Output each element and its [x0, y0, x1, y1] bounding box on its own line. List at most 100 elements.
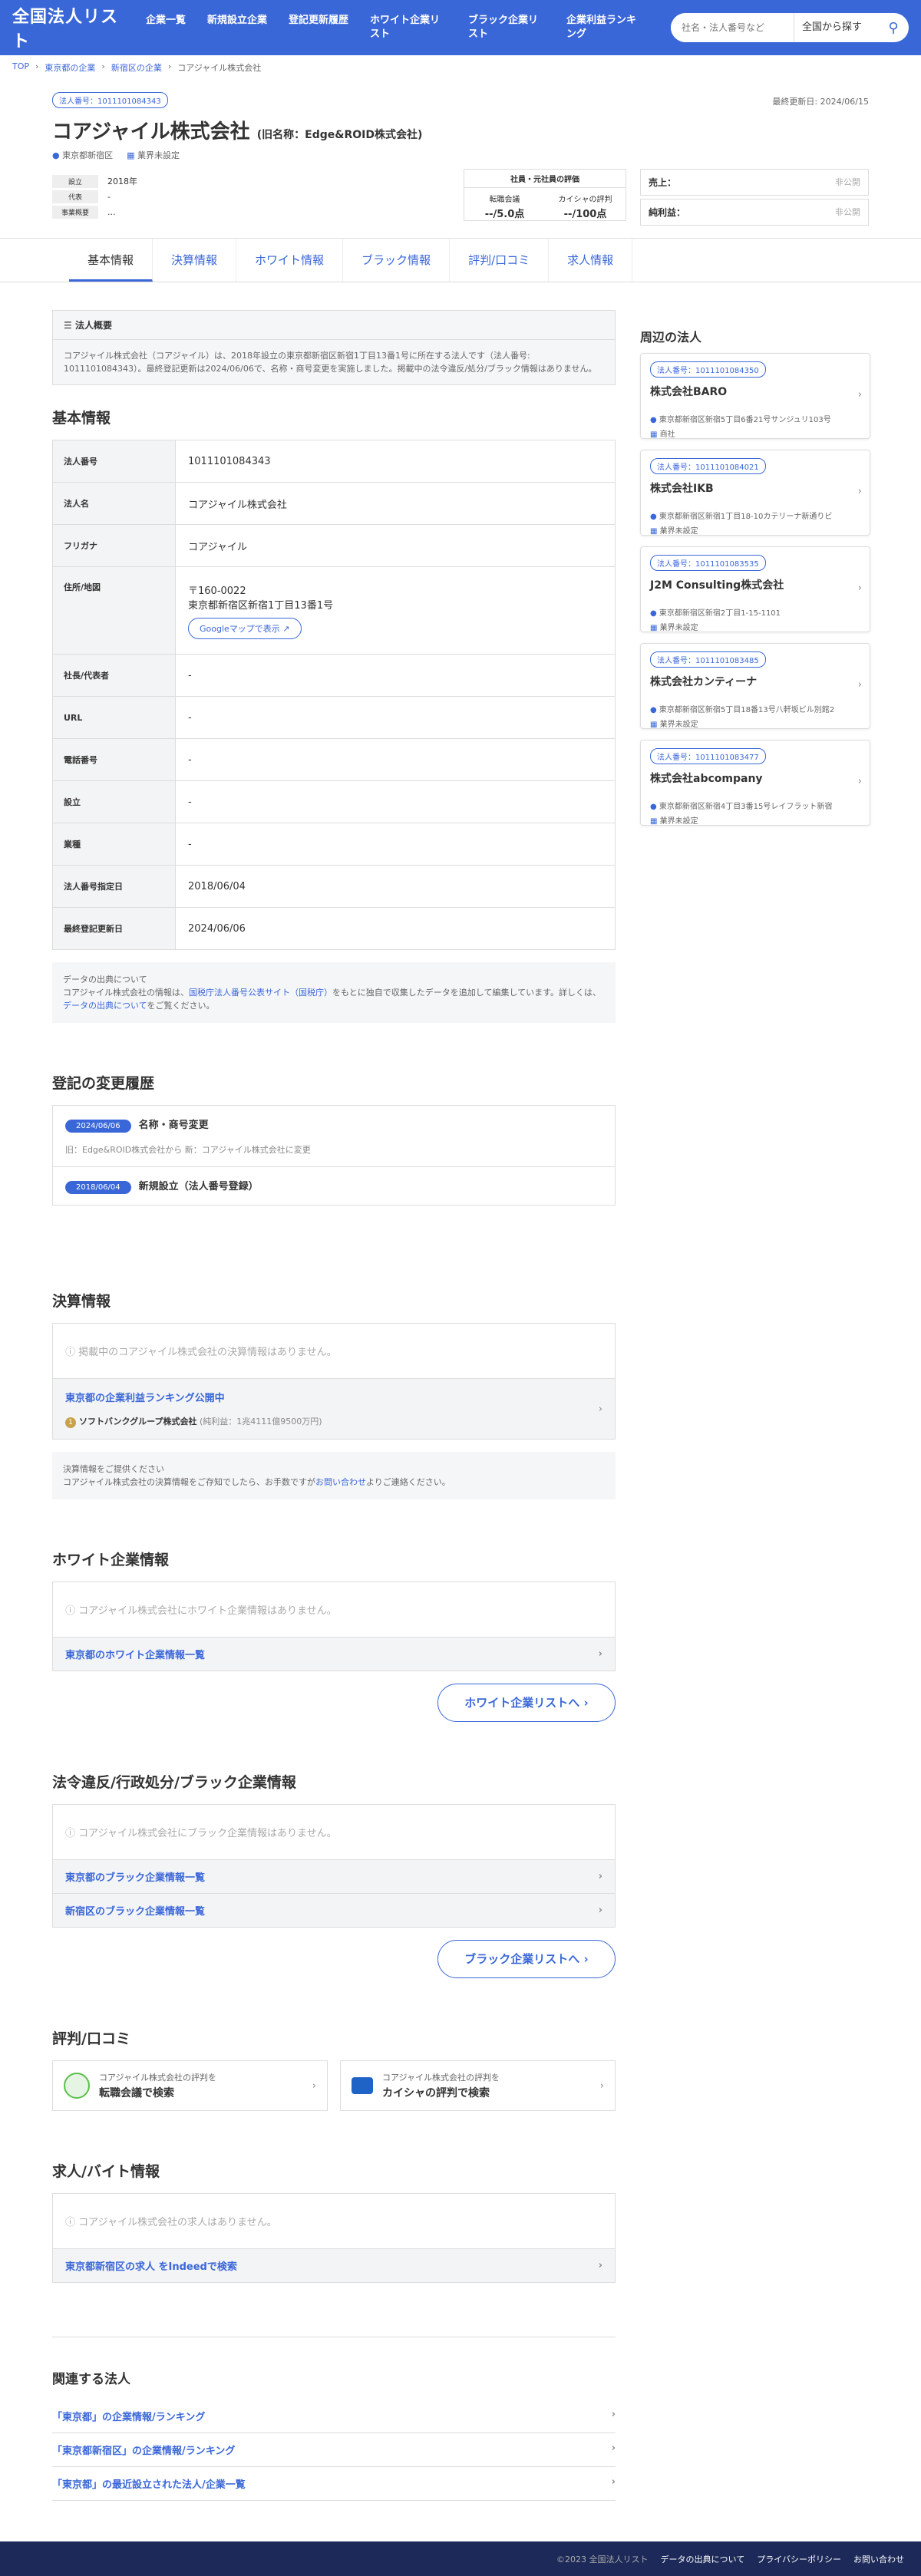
related-link[interactable]: 「東京都新宿区」の企業情報/ランキング ›	[52, 2433, 616, 2467]
search-input[interactable]	[671, 22, 794, 33]
nearby-company-card[interactable]: 法人番号：1011101084021 株式会社IKB ● 東京都新宿区新宿1丁目18…	[640, 450, 870, 536]
search-icon[interactable]: ⚲	[878, 20, 909, 36]
external-link-icon: ↗	[282, 623, 290, 634]
fact-label: 事業概要	[52, 205, 98, 219]
row-label: 業種	[52, 823, 176, 866]
rating-value: --/100点	[563, 209, 607, 220]
link-label: 新宿区のブラック企業情報一覧	[65, 1906, 206, 1918]
card-address: ● 東京都新宿区新宿2丁目1-15-1101	[650, 606, 860, 618]
nearby-heading: 周辺の法人	[640, 330, 702, 345]
nav-item[interactable]: 登記更新履歴	[278, 14, 359, 41]
nearby-company-card[interactable]: 法人番号：1011101083535 J2M Consulting株式会社 ● 東京…	[640, 546, 870, 632]
black-list-link-shinjuku[interactable]: 新宿区のブラック企業情報一覧 ›	[53, 1894, 615, 1927]
table-row: 業種 -	[52, 823, 616, 866]
table-row: 電話番号 -	[52, 738, 616, 781]
row-value: -	[175, 738, 616, 781]
location-text: 東京都新宿区	[62, 150, 114, 160]
source-text-part: をご覧ください。	[147, 1001, 215, 1011]
tenshoku-kaigi-link[interactable]: コアジャイル株式会社の評判を 転職会議で検索 ›	[52, 2060, 328, 2111]
nearby-company-card[interactable]: 法人番号：1011101084350 株式会社BARO ● 東京都新宿区新宿5丁目6…	[640, 353, 870, 439]
card-company-name: 株式会社BARO	[650, 386, 728, 398]
finance-empty-text: 掲載中のコアジャイル株式会社の決算情報はありません。	[78, 1347, 337, 1358]
kaisha-hyoban-link[interactable]: コアジャイル株式会社の評判を カイシャの評判で検索 ›	[340, 2060, 616, 2111]
white-empty-text: コアジャイル株式会社にホワイト企業情報はありません。	[78, 1605, 337, 1617]
nav-item[interactable]: ホワイト企業リスト	[359, 14, 457, 41]
info-icon: ⓘ	[65, 1828, 76, 1839]
nav-item[interactable]: 新規設立企業	[196, 14, 278, 41]
row-label: URL	[52, 696, 176, 739]
breadcrumb-separator: ›	[101, 61, 105, 71]
tab-jobs[interactable]: 求人情報	[549, 239, 633, 282]
tab-basic[interactable]: 基本情報	[69, 239, 154, 282]
row-value: -	[175, 696, 616, 739]
chevron-right-icon: ›	[598, 1871, 602, 1882]
nav-item[interactable]: ブラック企業リスト	[457, 14, 556, 41]
building-icon: ▦	[650, 527, 658, 536]
nav-item[interactable]: 企業一覧	[135, 14, 196, 41]
chevron-right-icon: ›	[598, 1905, 602, 1916]
tab-finance[interactable]: 決算情報	[153, 239, 237, 282]
company-old-name: (旧名称：Edge&ROID株式会社)	[256, 129, 423, 141]
tab-black[interactable]: ブラック情報	[343, 239, 451, 282]
industry: ▦ 業界未設定	[127, 149, 180, 161]
nta-link[interactable]: 国税庁法人番号公表サイト（国税庁）	[189, 988, 332, 998]
search-scope-select[interactable]: 全国から探す	[794, 13, 878, 42]
rating-label: 転職会議	[489, 196, 520, 204]
related-link[interactable]: 「東京都」の最近設立された法人/企業一覧 ›	[52, 2467, 616, 2501]
tab-white[interactable]: ホワイト情報	[236, 239, 344, 282]
building-icon: ▦	[650, 817, 658, 826]
review-link-text: コアジャイル株式会社の評判を カイシャの評判で検索	[382, 2071, 600, 2100]
breadcrumb-separator: ›	[35, 61, 39, 71]
building-icon: ▦	[650, 430, 658, 439]
company-name: コアジャイル株式会社 (旧名称：Edge&ROID株式会社)	[52, 116, 869, 144]
corporate-number-badge: 法人番号：1011101084343	[52, 92, 168, 108]
sales-row: 売上： 非公開	[640, 169, 869, 196]
nearby-company-card[interactable]: 法人番号：1011101083477 株式会社abcompany ● 東京都新宿区新…	[640, 740, 870, 826]
related-link[interactable]: 「東京都」の企業情報/ランキング ›	[52, 2400, 616, 2433]
footer-link-privacy[interactable]: プライバシーポリシー	[757, 2553, 841, 2565]
card-industry: ▦ 業界未設定	[650, 524, 860, 536]
footer-link-contact[interactable]: お問い合わせ	[853, 2553, 904, 2565]
chevron-right-icon: ›	[598, 1403, 602, 1415]
ranking-profit: (純利益：1兆4111億9500万円)	[199, 1417, 322, 1427]
info-icon: ⓘ	[65, 1347, 76, 1358]
card-company-name: 株式会社abcompany	[650, 773, 763, 785]
history-date: 2018/06/04	[65, 1181, 131, 1194]
pin-icon: ●	[650, 609, 657, 618]
source-text-part: コアジャイル株式会社の情報は、	[63, 988, 190, 998]
global-nav: 企業一覧 新規設立企業 登記更新履歴 ホワイト企業リスト ブラック企業リスト 企…	[135, 14, 671, 41]
basic-info-table: 法人番号 1011101084343 法人名 コアジャイル株式会社 フリガナ コアジャ…	[52, 440, 616, 950]
related-links: 「東京都」の企業情報/ランキング › 「東京都新宿区」の企業情報/ランキング › 「…	[52, 2400, 616, 2501]
contact-link[interactable]: お問い合わせ	[315, 1477, 366, 1487]
white-list-button[interactable]: ホワイト企業リストへ ›	[437, 1684, 616, 1722]
card-industry-text: 商社	[659, 430, 675, 439]
footer-link-source[interactable]: データの出典について	[661, 2553, 745, 2565]
ranking-content: 東京都の企業利益ランキング公開中 1 ソフトバンクグループ株式会社 (純利益：1兆…	[65, 1390, 322, 1428]
tab-reviews[interactable]: 評判/口コミ	[450, 239, 550, 282]
chevron-right-icon: ›	[857, 776, 862, 787]
black-list-button[interactable]: ブラック企業リストへ ›	[437, 1940, 616, 1978]
sales-value: 非公開	[835, 177, 860, 187]
review-link-text: コアジャイル株式会社の評判を 転職会議で検索	[99, 2071, 312, 2100]
basic-info-heading: 基本情報	[52, 410, 111, 427]
financial-summary: 売上： 非公開 純利益： 非公開	[640, 169, 869, 229]
black-heading: 法令違反/行政処分/ブラック企業情報	[52, 1774, 296, 1791]
breadcrumb-link[interactable]: 東京都の企業	[45, 61, 95, 74]
fact-value: -	[107, 191, 111, 202]
breadcrumb-link[interactable]: TOP	[12, 61, 29, 74]
black-list-link-tokyo[interactable]: 東京都のブラック企業情報一覧 ›	[53, 1860, 615, 1894]
section-tabs: 基本情報 決算情報 ホワイト情報 ブラック情報 評判/口コミ 求人情報	[0, 238, 921, 282]
indeed-search-link[interactable]: 東京都新宿区の求人 をIndeedで検索 ›	[53, 2249, 615, 2282]
site-logo[interactable]: 全国法人リスト	[12, 3, 135, 52]
nav-item[interactable]: 企業利益ランキング	[556, 14, 654, 41]
nearby-company-card[interactable]: 法人番号：1011101083485 株式会社カンティーナ ● 東京都新宿区新宿5丁…	[640, 643, 870, 729]
kaisha-hyoban-icon	[352, 2077, 373, 2094]
profit-ranking-link[interactable]: 東京都の企業利益ランキング公開中 1 ソフトバンクグループ株式会社 (純利益：1兆…	[53, 1379, 615, 1439]
white-heading: ホワイト企業情報	[52, 1552, 170, 1568]
row-label: 設立	[52, 780, 176, 823]
breadcrumb-link[interactable]: 新宿区の企業	[111, 61, 162, 74]
chevron-right-icon: ›	[312, 2080, 316, 2092]
white-list-link[interactable]: 東京都のホワイト企業情報一覧 ›	[53, 1638, 615, 1671]
google-map-link[interactable]: Googleマップで表示 ↗	[188, 617, 302, 639]
data-source-link[interactable]: データの出典について	[63, 1001, 147, 1011]
